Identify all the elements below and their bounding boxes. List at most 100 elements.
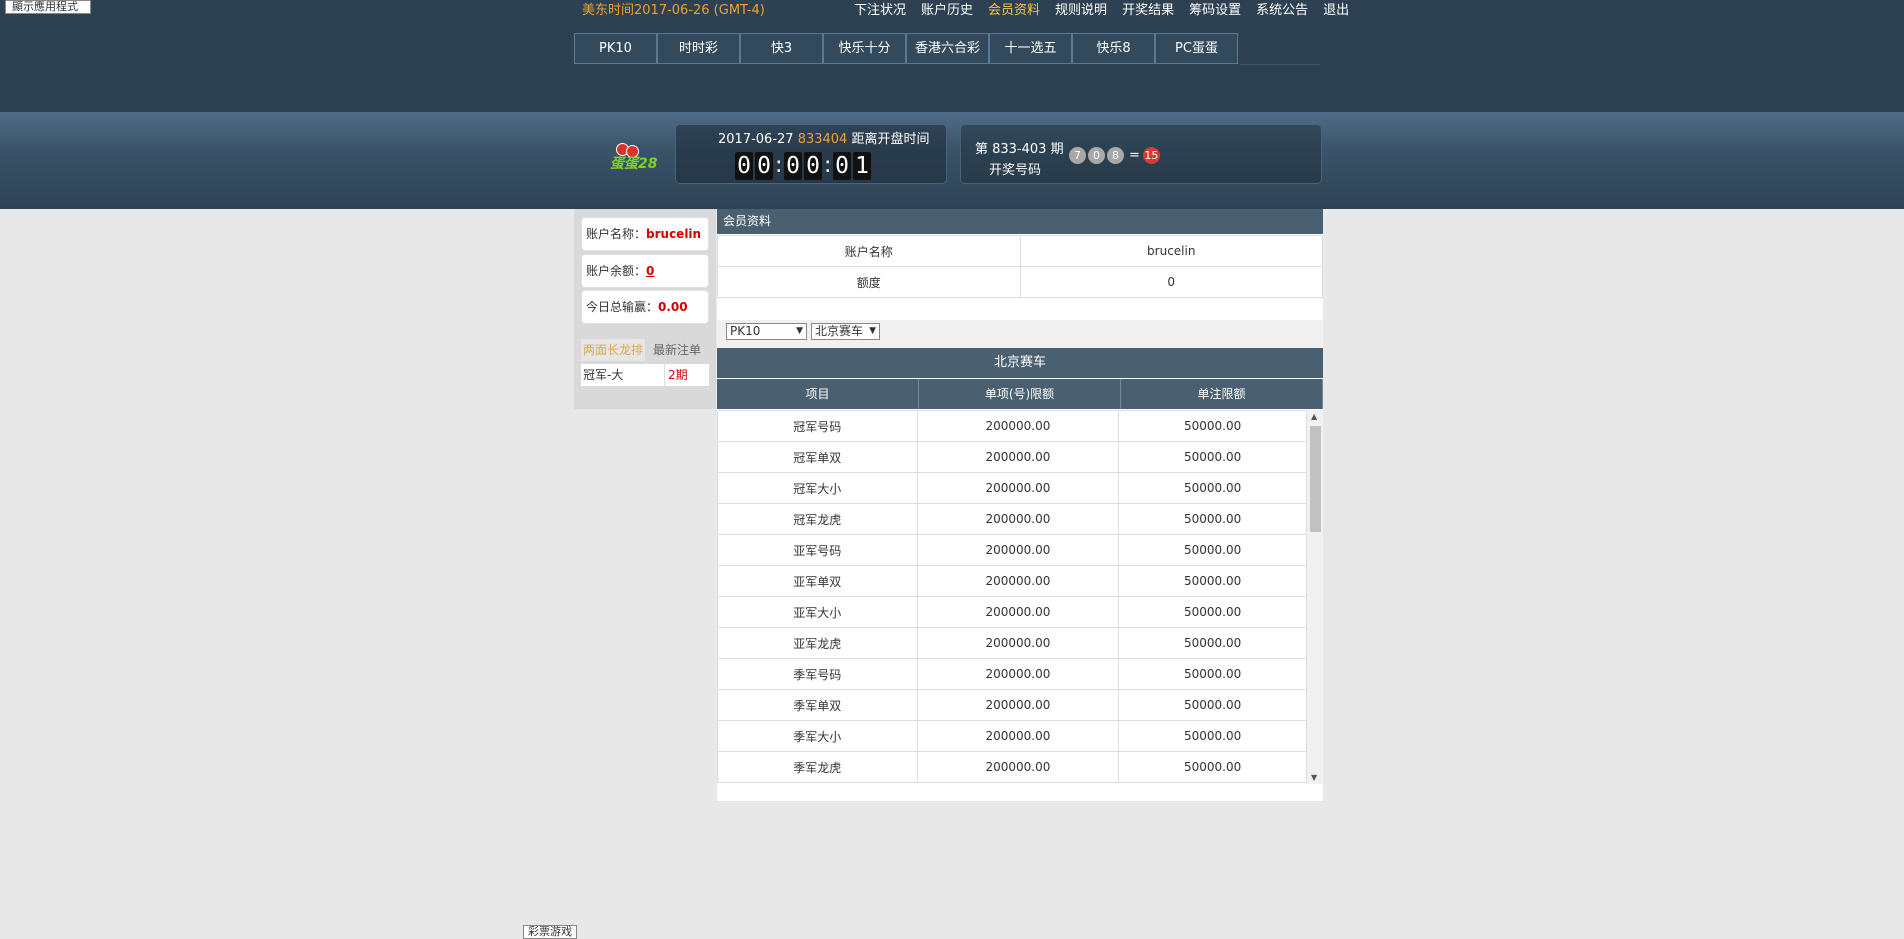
game-tab[interactable]: PC蛋蛋	[1155, 33, 1238, 64]
account-label: 账户名称：	[586, 227, 647, 241]
result-period: 第 833-403 期	[975, 142, 1064, 157]
countdown-digit: 0	[755, 152, 773, 180]
scroll-down-icon[interactable]: ▼	[1311, 773, 1317, 782]
table-cell: 亚军号码	[717, 534, 918, 566]
tab-latest-bets[interactable]: 最新注单	[645, 339, 709, 361]
countdown-label: 距离开盘时间	[851, 132, 930, 147]
scroll-up-icon[interactable]: ▲	[1311, 412, 1317, 421]
top-header: 美东时间2017-06-26 (GMT-4) 下注状况 账户历史 会员资料 规则说明开…	[0, 0, 1904, 112]
result-label: 开奖号码	[989, 163, 1042, 178]
info-value: 0	[1019, 266, 1323, 298]
table-cell: 冠军大小	[717, 472, 918, 504]
table-cell: 季军单双	[717, 689, 918, 721]
table-cell: 200000.00	[916, 658, 1120, 690]
section-title: 会员资料	[717, 209, 1323, 234]
account-card: 账户名称：brucelin	[581, 217, 709, 251]
nav-link[interactable]: 规则说明	[1055, 3, 1107, 19]
table-cell: 200000.00	[916, 503, 1120, 535]
countdown-colon: :	[824, 153, 832, 178]
left-panel: 账户名称：brucelin 账户余额：0 今日总输赢：0.00 两面长龙排 最新…	[574, 209, 716, 409]
table-row: 冠军号码 200000.00 50000.00	[717, 410, 1307, 442]
table-cell: 50000.00	[1118, 472, 1307, 504]
result-ball: 8	[1107, 147, 1124, 164]
countdown-date: 2017-06-27	[718, 132, 794, 147]
column-header: 项目	[717, 379, 919, 409]
top-nav: 下注状况 账户历史 会员资料 规则说明 开奖结果 筹码设置 系统公告 退出	[854, 3, 1364, 19]
table-cell: 50000.00	[1118, 410, 1307, 442]
info-value: brucelin	[1019, 235, 1323, 267]
game-tab[interactable]: 时时彩	[657, 33, 740, 64]
game-select[interactable]: PK10 ▼	[726, 323, 807, 340]
column-header: 单项(号)限额	[919, 379, 1121, 409]
table-cell: 200000.00	[916, 472, 1120, 504]
member-info-table: 账户名称 brucelin 额度 0	[717, 235, 1323, 298]
game-tab[interactable]: 快乐8	[1072, 33, 1155, 64]
table-cell: 亚军大小	[717, 596, 918, 628]
balance-value[interactable]: 0	[646, 264, 654, 278]
profit-label: 今日总输赢：	[586, 300, 659, 314]
table-cell: 50000.00	[1118, 658, 1307, 690]
account-value: brucelin	[646, 227, 702, 241]
result-balls: 7 0 8 = 15	[1069, 147, 1162, 164]
result-panel: 第 833-403 期 开奖号码 7 0 8 = 15	[960, 124, 1322, 184]
table-cell: 50000.00	[1118, 596, 1307, 628]
game-tab[interactable]: 香港六合彩	[906, 33, 989, 64]
table-cell: 50000.00	[1118, 689, 1307, 721]
nav-link[interactable]: 账户历史	[921, 3, 973, 19]
result-sum: 15	[1142, 147, 1160, 164]
nav-link[interactable]: 退出	[1323, 3, 1349, 19]
nav-link[interactable]: 下注状况	[854, 3, 906, 19]
table-row: 亚军大小 200000.00 50000.00	[717, 596, 1307, 628]
result-ball: 7	[1069, 147, 1086, 164]
game-tab[interactable]: PK10	[574, 33, 657, 64]
rank-item-periods: 2期	[668, 368, 688, 382]
countdown-colon: :	[775, 153, 783, 178]
table-cell: 亚军单双	[717, 565, 918, 597]
profit-card: 今日总输赢：0.00	[581, 290, 709, 324]
table-cell: 50000.00	[1118, 534, 1307, 566]
rank-tabs: 两面长龙排 最新注单	[581, 339, 709, 361]
table-cell: 50000.00	[1118, 720, 1307, 752]
footer-label: 彩票游戏	[523, 925, 577, 939]
table-row: 亚军单双 200000.00 50000.00	[717, 565, 1307, 597]
table-scrollbar[interactable]: ▲ ▼	[1306, 410, 1323, 784]
game-select-value: PK10	[730, 324, 761, 338]
table-cell: 亚军龙虎	[717, 627, 918, 659]
table-cell: 200000.00	[916, 596, 1120, 628]
subgame-select[interactable]: 北京赛车 ▼	[811, 323, 880, 340]
nav-link[interactable]: 系统公告	[1256, 3, 1308, 19]
logo: 蛋蛋28	[610, 143, 660, 177]
scroll-thumb[interactable]	[1310, 426, 1321, 532]
tabs-divider	[1240, 64, 1320, 65]
profit-value: 0.00	[658, 300, 688, 314]
rank-item-name: 冠军-大	[581, 364, 665, 386]
countdown-digits: 00:00:01	[735, 152, 873, 180]
table-cell: 200000.00	[916, 689, 1120, 721]
tab-long-dragon[interactable]: 两面长龙排	[581, 339, 645, 361]
game-tabs: PK10 时时彩 快3 快乐十分 香港六合彩 十一选五 快乐8 PC蛋蛋	[574, 33, 1238, 64]
info-row: 额度 0	[717, 266, 1323, 298]
nav-link[interactable]: 会员资料	[988, 3, 1040, 19]
table-header: 项目 单项(号)限额 单注限额	[717, 379, 1323, 409]
nav-link[interactable]: 开奖结果	[1122, 3, 1174, 19]
table-row: 冠军龙虎 200000.00 50000.00	[717, 503, 1307, 535]
table-cell: 200000.00	[916, 410, 1120, 442]
tooltip: 顯示應用程式	[5, 0, 91, 14]
table-row: 季军龙虎 200000.00 50000.00	[717, 751, 1307, 783]
nav-link[interactable]: 筹码设置	[1189, 3, 1241, 19]
info-row: 账户名称 brucelin	[717, 235, 1323, 267]
info-label: 额度	[717, 266, 1021, 298]
chevron-down-icon: ▼	[796, 326, 803, 336]
subgame-select-value: 北京赛车	[815, 324, 864, 338]
result-ball: 0	[1088, 147, 1105, 164]
game-tab[interactable]: 快乐十分	[823, 33, 906, 64]
countdown-digit: 0	[735, 152, 753, 180]
rank-row: 冠军-大 2期	[581, 364, 709, 386]
game-tab[interactable]: 十一选五	[989, 33, 1072, 64]
column-header: 单注限额	[1121, 379, 1323, 409]
table-cell: 200000.00	[916, 565, 1120, 597]
table-title: 北京赛车	[717, 348, 1323, 378]
table-cell: 200000.00	[916, 720, 1120, 752]
game-tab[interactable]: 快3	[740, 33, 823, 64]
table-row: 冠军大小 200000.00 50000.00	[717, 472, 1307, 504]
